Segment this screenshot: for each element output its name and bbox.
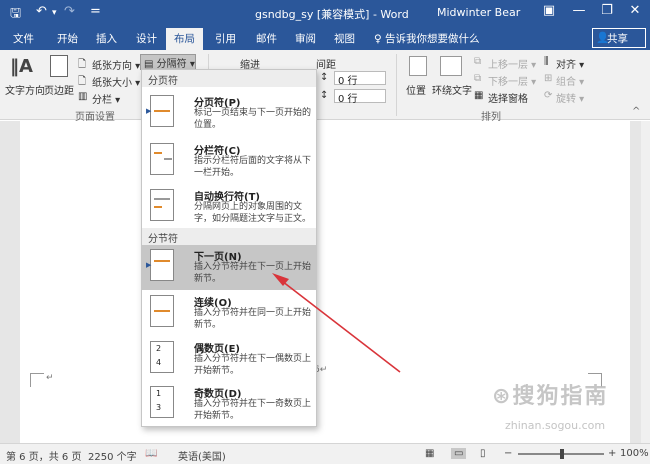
watermark-logo: ⊛搜狗指南 <box>492 378 608 410</box>
watermark-text: 搜狗指南 <box>512 384 609 409</box>
sogou-icon: ⊛ <box>492 384 513 409</box>
watermark-url: zhinan.sogou.com <box>505 419 606 432</box>
